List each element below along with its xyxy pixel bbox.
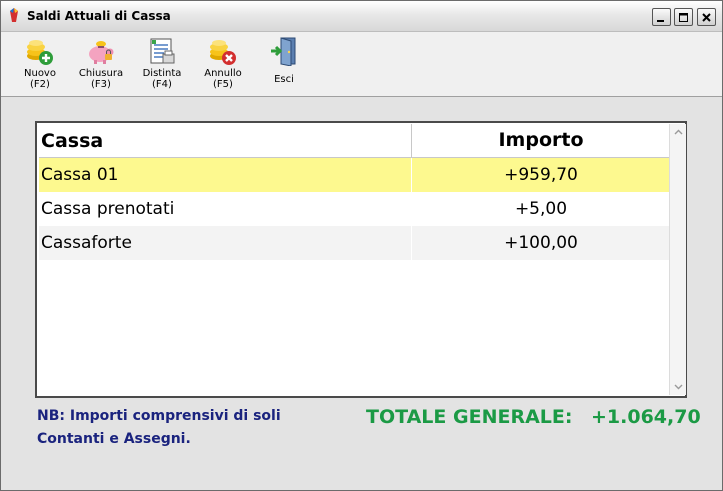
maximize-icon bbox=[679, 12, 688, 22]
document-list-icon bbox=[150, 38, 175, 64]
importo-cell: +959,70 bbox=[411, 158, 670, 192]
chevron-down-icon bbox=[674, 384, 682, 390]
table-row[interactable]: Cassa prenotati +5,00 bbox=[39, 192, 669, 226]
annullo-shortcut: (F5) bbox=[213, 79, 233, 90]
close-icon bbox=[702, 12, 711, 22]
column-header-importo[interactable]: Importo bbox=[411, 124, 670, 157]
importo-cell: +100,00 bbox=[411, 226, 670, 260]
nuovo-shortcut: (F2) bbox=[30, 79, 50, 90]
chevron-up-icon bbox=[674, 129, 682, 135]
nuovo-label: Nuovo bbox=[24, 68, 56, 79]
minimize-icon bbox=[657, 19, 664, 22]
app-window: Saldi Attuali di Cassa Nuovo (F2) Chiusu… bbox=[0, 0, 723, 491]
annullo-button[interactable]: Annullo (F5) bbox=[195, 36, 251, 94]
table-header: Cassa Importo bbox=[39, 124, 669, 158]
cassa-cell: Cassaforte bbox=[41, 233, 132, 253]
window-title: Saldi Attuali di Cassa bbox=[27, 9, 171, 23]
minimize-button[interactable] bbox=[652, 8, 671, 26]
column-header-cassa[interactable]: Cassa bbox=[41, 130, 103, 152]
app-logo-icon bbox=[10, 8, 18, 22]
grand-total-value: +1.064,70 bbox=[591, 406, 701, 428]
maximize-button[interactable] bbox=[674, 8, 693, 26]
vertical-scrollbar[interactable] bbox=[669, 124, 686, 395]
chiusura-label: Chiusura bbox=[78, 68, 124, 79]
balances-table: Cassa Importo Cassa 01 +959,70 Cassa pre… bbox=[35, 121, 687, 398]
cassa-cell: Cassa 01 bbox=[41, 165, 119, 185]
table-row[interactable]: Cassaforte +100,00 bbox=[39, 226, 669, 260]
distinta-shortcut: (F4) bbox=[152, 79, 172, 90]
cassa-cell: Cassa prenotati bbox=[41, 199, 175, 219]
footnote: NB: Importi comprensivi di soli Contanti… bbox=[37, 405, 337, 451]
close-button[interactable] bbox=[697, 8, 716, 26]
chiusura-shortcut: (F3) bbox=[91, 79, 111, 90]
grand-total-label: TOTALE GENERALE: bbox=[366, 406, 573, 428]
title-bar[interactable]: Saldi Attuali di Cassa bbox=[1, 1, 722, 32]
annullo-label: Annullo bbox=[204, 68, 242, 79]
nuovo-button[interactable]: Nuovo (F2) bbox=[12, 36, 68, 94]
piggy-bank-icon bbox=[89, 41, 114, 64]
footnote-line-2: Contanti e Assegni. bbox=[37, 431, 191, 447]
footnote-line-1: NB: Importi comprensivi di soli bbox=[37, 408, 281, 424]
importo-cell: +5,00 bbox=[411, 192, 670, 226]
scroll-up-button[interactable] bbox=[670, 124, 686, 140]
table-row[interactable]: Cassa 01 +959,70 bbox=[39, 158, 669, 192]
esci-button[interactable]: Esci bbox=[256, 36, 312, 94]
distinta-label: Distinta bbox=[142, 68, 182, 79]
esci-label: Esci bbox=[274, 74, 294, 85]
toolbar: Nuovo (F2) Chiusura (F3) Distinta (F4) A… bbox=[1, 32, 722, 97]
coins-add-icon bbox=[27, 40, 53, 65]
coins-cancel-icon bbox=[210, 40, 236, 65]
exit-door-icon bbox=[271, 37, 296, 66]
scroll-down-button[interactable] bbox=[670, 379, 686, 395]
chiusura-button[interactable]: Chiusura (F3) bbox=[73, 36, 129, 94]
distinta-button[interactable]: Distinta (F4) bbox=[134, 36, 190, 94]
